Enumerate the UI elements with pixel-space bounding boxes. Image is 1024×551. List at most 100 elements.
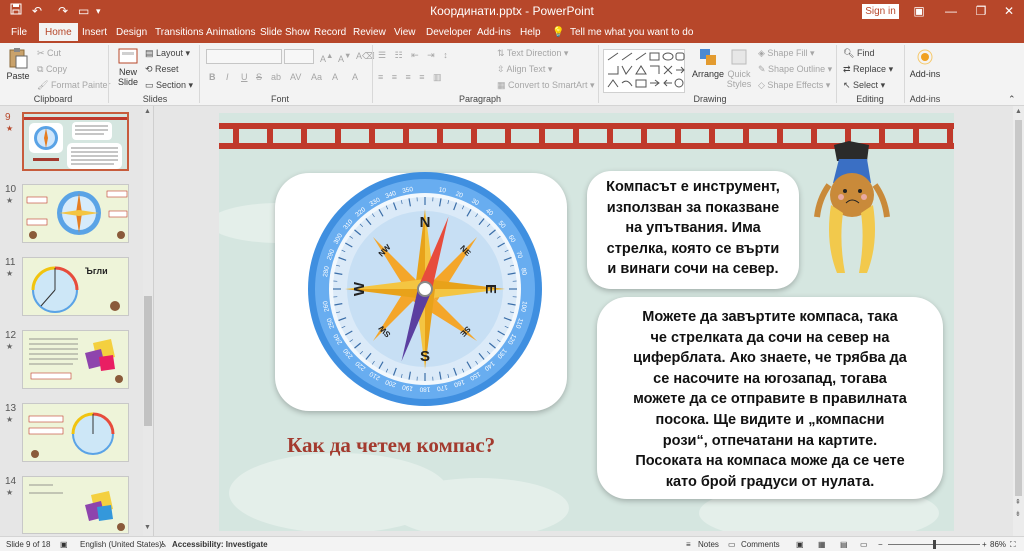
tab-developer[interactable]: Developer <box>426 26 472 40</box>
tab-view[interactable]: View <box>394 26 416 40</box>
maximize-icon[interactable]: ❐ <box>970 3 992 19</box>
font-color-button[interactable]: A <box>352 71 358 83</box>
tab-record[interactable]: Record <box>314 26 346 40</box>
slide-sorter-icon[interactable]: ▦ <box>818 540 826 549</box>
copy-button[interactable]: ⧉ Copy <box>37 63 67 75</box>
char-spacing-button[interactable]: AV <box>290 71 301 83</box>
collapse-ribbon-icon[interactable]: ⌃ <box>1008 93 1016 105</box>
add-ins-icon <box>917 49 933 65</box>
align-text-button[interactable]: ⇳ Align Text ▾ <box>497 63 552 75</box>
reading-view-icon[interactable]: ▤ <box>840 540 848 549</box>
close-icon[interactable]: ✕ <box>998 3 1020 19</box>
scroll-up-icon[interactable]: ▲ <box>144 108 151 115</box>
tab-review[interactable]: Review <box>353 26 386 40</box>
section-button[interactable]: ▭ Section ▾ <box>145 79 193 91</box>
scroll-down-icon[interactable]: ▼ <box>144 524 151 531</box>
tab-file[interactable]: File <box>11 26 27 40</box>
bubble-2-line: като брой градуси от нулата. <box>665 473 875 490</box>
compass-north-label: N <box>420 214 431 231</box>
highlight-button[interactable]: A <box>332 71 338 83</box>
new-slide-button[interactable]: New Slide <box>114 47 142 87</box>
tab-insert[interactable]: Insert <box>82 26 107 40</box>
shape-outline-button[interactable]: ✎ Shape Outline ▾ <box>758 63 832 75</box>
tab-design[interactable]: Design <box>116 26 147 40</box>
list-buttons[interactable]: ☰ ☷ ⇤ ⇥ ↕ <box>378 49 451 61</box>
strikethrough-button[interactable]: S <box>256 71 262 83</box>
minimize-icon[interactable]: — <box>940 3 962 19</box>
shadow-button[interactable]: ab <box>271 71 281 83</box>
scroll-thumb[interactable] <box>144 296 152 426</box>
convert-smartart-button[interactable]: ▦ Convert to SmartArt ▾ <box>497 79 595 91</box>
slide-thumbnail-11[interactable]: Ъгли <box>22 257 129 316</box>
cut-button[interactable]: ✂ Cut <box>37 47 61 59</box>
bold-button[interactable]: B <box>209 71 216 83</box>
shape-fill-button[interactable]: ◈ Shape Fill ▾ <box>758 47 814 59</box>
fit-to-window-icon[interactable]: ⛶ <box>1010 540 1016 550</box>
tab-add-ins[interactable]: Add-ins <box>477 26 511 40</box>
tab-animations[interactable]: Animations <box>206 26 255 40</box>
tab-home[interactable]: Home <box>39 23 78 43</box>
slide-thumbnail-9[interactable] <box>22 112 129 171</box>
tab-help[interactable]: Help <box>520 26 541 40</box>
scissors-icon: ✂ <box>37 48 48 58</box>
zoom-level[interactable]: 86% <box>990 540 1006 549</box>
tab-slide-show[interactable]: Slide Show <box>260 26 310 40</box>
paste-button[interactable]: Paste <box>6 47 30 81</box>
slide-heading[interactable]: Как да четем компас? <box>287 433 547 458</box>
comments-button[interactable]: Comments <box>741 540 780 549</box>
scroll-up-icon[interactable]: ▲ <box>1015 108 1022 115</box>
change-case-button[interactable]: Aa <box>311 71 322 83</box>
format-painter-label: Format Painter <box>50 80 111 90</box>
reset-button[interactable]: ⟲ Reset <box>145 63 179 75</box>
add-ins-button[interactable]: Add-ins <box>908 47 942 79</box>
previous-slide-icon[interactable]: ⇞ <box>1015 498 1021 506</box>
select-button[interactable]: ↖ Select ▾ <box>843 79 885 91</box>
paste-label: Paste <box>6 71 30 81</box>
shapes-gallery[interactable] <box>603 49 685 93</box>
format-painter-button[interactable]: 🖌 Format Painter <box>37 79 110 91</box>
slide-thumbnail-14[interactable] <box>22 476 129 534</box>
speech-bubble-2[interactable]: Можете да завъртите компаса, така че стр… <box>597 297 943 499</box>
slide-thumbnail-12[interactable] <box>22 330 129 389</box>
tell-me-search[interactable]: Tell me what you want to do <box>570 26 693 40</box>
next-slide-icon[interactable]: ⇟ <box>1015 510 1021 518</box>
editor-scrollbar[interactable]: ▲ ⇞ ⇟ <box>1013 106 1024 536</box>
sign-in-button[interactable]: Sign in <box>862 4 899 19</box>
slide-thumbnail-13[interactable] <box>22 403 129 462</box>
italic-button[interactable]: I <box>226 71 229 83</box>
ribbon-display-options-icon[interactable]: ▣ <box>908 3 930 19</box>
bubble-2-text: Можете да завъртите компаса, така че стр… <box>597 307 943 492</box>
quick-styles-button[interactable]: Quick Styles <box>726 47 752 89</box>
zoom-in-icon[interactable]: + <box>982 540 987 549</box>
underline-button[interactable]: U <box>241 71 248 83</box>
tab-transitions[interactable]: Transitions <box>155 26 204 40</box>
scroll-thumb[interactable] <box>1015 120 1022 496</box>
text-direction-button[interactable]: ⇅ Text Direction ▾ <box>497 47 568 59</box>
find-button[interactable]: 🔍︎ Find <box>843 47 874 59</box>
slide-counter: Slide 9 of 18 <box>6 540 51 549</box>
thumbnail-9-preview <box>24 114 127 169</box>
arrange-button[interactable]: Arrange <box>692 47 724 79</box>
notes-button[interactable]: Notes <box>698 540 719 549</box>
slide-thumbnail-10[interactable] <box>22 184 129 243</box>
slideshow-icon[interactable]: ▭ <box>860 540 868 549</box>
font-size-field[interactable] <box>284 49 314 64</box>
increase-font-icon[interactable]: A▲ <box>320 50 333 65</box>
zoom-out-icon[interactable]: − <box>878 540 883 549</box>
align-buttons[interactable]: ≡ ≡ ≡ ≡ ▥ <box>378 71 445 83</box>
layout-button[interactable]: ▤ Layout ▾ <box>145 47 190 59</box>
current-slide[interactable]: 10 20 30 40 50 60 70 80 100 110 120 130 140 150 160 170… <box>219 113 954 531</box>
thumbnail-scrollbar[interactable]: ▲ ▼ <box>143 106 153 536</box>
replace-button[interactable]: ⇄ Replace ▾ <box>843 63 893 75</box>
separator <box>836 45 837 103</box>
font-name-field[interactable] <box>206 49 282 64</box>
shape-effects-button[interactable]: ◇ Shape Effects ▾ <box>758 79 830 91</box>
decrease-font-icon[interactable]: A▼ <box>338 50 351 65</box>
language-indicator[interactable]: English (United States) <box>80 540 162 549</box>
accessibility-status[interactable]: Accessibility: Investigate <box>172 540 268 549</box>
spellcheck-icon[interactable]: ▣ <box>60 540 68 549</box>
zoom-slider-thumb[interactable] <box>933 540 936 549</box>
speech-bubble-1[interactable]: Компасът е инструмент, използван за пока… <box>587 171 799 289</box>
normal-view-icon[interactable]: ▣ <box>796 540 804 549</box>
separator <box>199 45 200 103</box>
